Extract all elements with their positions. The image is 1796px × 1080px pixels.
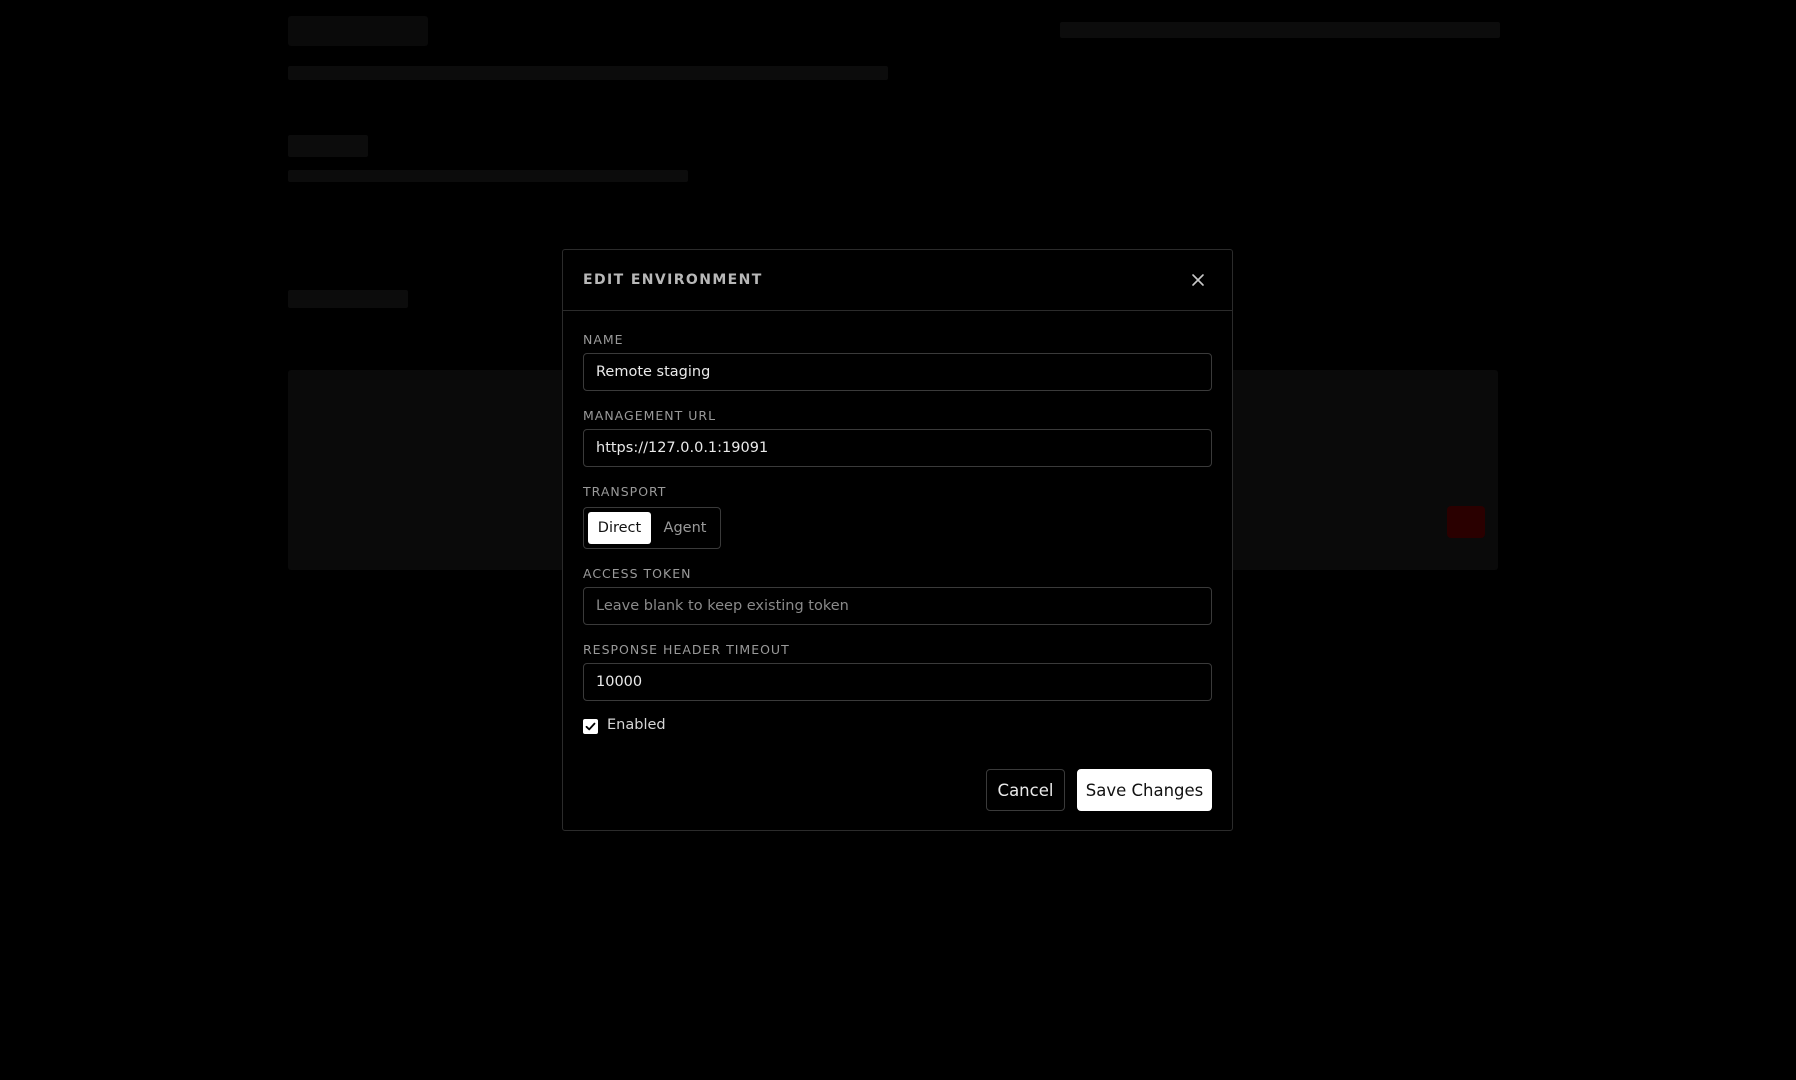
access-token-input[interactable] [583,587,1212,625]
background-section-title [288,290,408,308]
management-url-input[interactable] [583,429,1212,467]
transport-option-direct[interactable]: Direct [588,512,651,544]
edit-environment-dialog: EDIT ENVIRONMENT NAME MANAGEMENT URL TRA… [562,249,1233,831]
response-header-timeout-label: RESPONSE HEADER TIMEOUT [583,642,790,657]
checkmark-icon [585,722,596,731]
name-input[interactable] [583,353,1212,391]
dialog-title: EDIT ENVIRONMENT [583,272,763,288]
save-changes-button[interactable]: Save Changes [1077,769,1212,811]
name-label: NAME [583,332,624,347]
background-page-subtitle [288,170,688,182]
background-page-title [288,135,368,157]
background-top-actions [1060,22,1500,38]
response-header-timeout-input[interactable] [583,663,1212,701]
enabled-label[interactable]: Enabled [607,717,666,733]
dialog-header: EDIT ENVIRONMENT [563,250,1232,311]
close-button[interactable] [1186,268,1210,292]
background-delete-button [1447,506,1485,538]
transport-label: TRANSPORT [583,484,667,499]
cancel-button[interactable]: Cancel [986,769,1065,811]
transport-toggle: Direct Agent [583,507,721,549]
background-logo [288,16,428,46]
close-icon [1192,274,1204,286]
management-url-label: MANAGEMENT URL [583,408,717,423]
access-token-label: ACCESS TOKEN [583,566,692,581]
enabled-checkbox[interactable] [583,719,598,734]
background-nav-bar [288,66,888,80]
transport-option-agent[interactable]: Agent [653,512,717,544]
